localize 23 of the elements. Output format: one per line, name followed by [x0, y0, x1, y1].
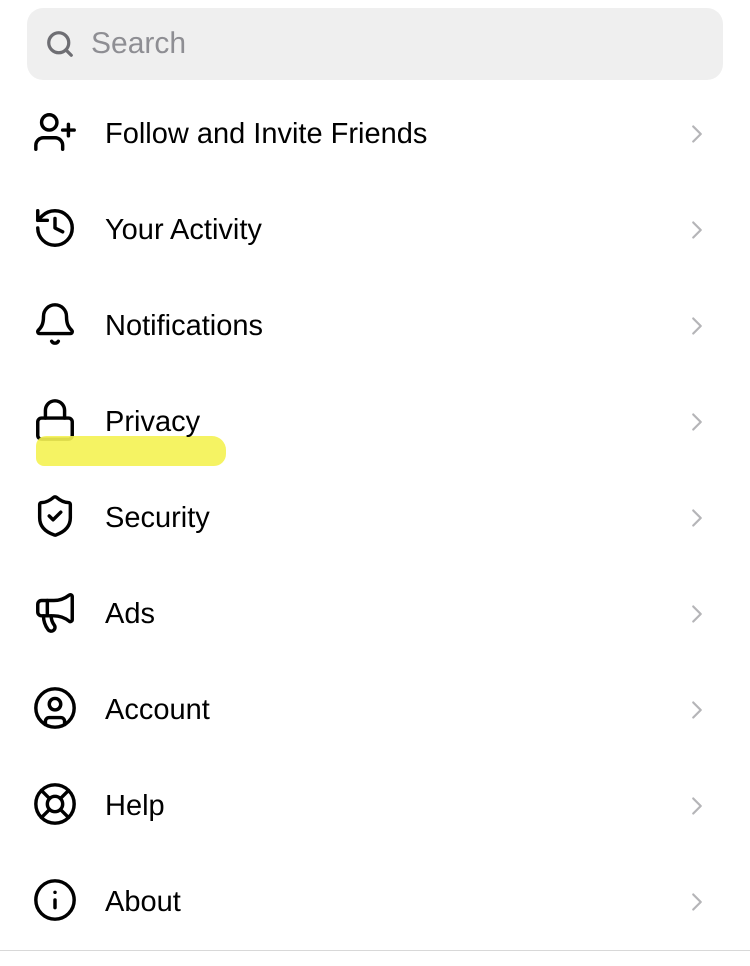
settings-item[interactable]: Notifications	[0, 278, 750, 374]
settings-item[interactable]: Your Activity	[0, 182, 750, 278]
item-label: Ads	[105, 598, 156, 630]
search-icon	[45, 29, 75, 59]
settings-item[interactable]: Follow and Invite Friends	[0, 86, 750, 182]
item-label: Notifications	[105, 310, 264, 342]
item-label: Your Activity	[105, 214, 263, 246]
settings-item[interactable]: About	[0, 854, 750, 950]
settings-item[interactable]: Ads	[0, 566, 750, 662]
item-label: About	[105, 886, 182, 918]
menu-icon	[32, 781, 78, 827]
item-label: Help	[105, 790, 166, 822]
item-label: Account	[105, 694, 211, 726]
menu-icon	[32, 877, 78, 923]
settings-item[interactable]: Help	[0, 758, 750, 854]
menu-icon	[32, 685, 78, 731]
item-label: Security	[105, 502, 211, 534]
settings-item[interactable]: Privacy	[0, 374, 750, 470]
item-label: Privacy	[105, 406, 202, 438]
settings-item[interactable]: Account	[0, 662, 750, 758]
item-label: Follow and Invite Friends	[105, 118, 428, 150]
search-field[interactable]: Search	[27, 8, 723, 80]
settings-item[interactable]: Security	[0, 470, 750, 566]
